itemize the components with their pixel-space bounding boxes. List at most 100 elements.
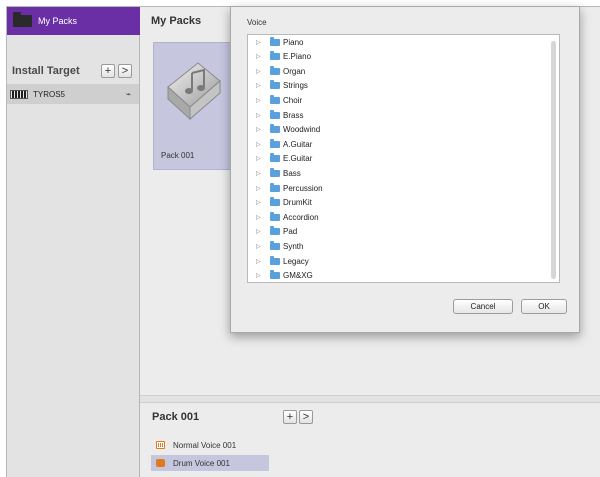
drum-voice-icon <box>156 459 165 467</box>
disclosure-triangle-icon[interactable]: ▷ <box>256 141 264 148</box>
wave-icon[interactable]: ⌁ <box>123 89 134 99</box>
folder-icon <box>270 124 280 134</box>
tree-item-label: A.Guitar <box>283 139 313 149</box>
pack-detail-title: Pack 001 <box>152 411 200 423</box>
folder-icon <box>270 65 280 75</box>
folder-icon <box>270 109 280 119</box>
disclosure-triangle-icon[interactable]: ▷ <box>256 228 264 235</box>
disclosure-triangle-icon[interactable]: ▷ <box>256 214 264 221</box>
tree-item-label: Brass <box>283 110 304 120</box>
pack-detail-panel: Pack 001 + > Normal Voice 001 Drum Voice… <box>140 403 600 477</box>
folder-icon <box>270 226 280 236</box>
ok-button[interactable]: OK <box>521 299 567 314</box>
tree-item-percussion[interactable]: ▷ Percussion <box>256 181 323 195</box>
tree-item-accordion[interactable]: ▷ Accordion <box>256 210 319 224</box>
voice-tree[interactable]: ▷ Piano ▷ E.Piano ▷ Organ ▷ Strings ▷ Choir ▷… <box>247 34 560 283</box>
folder-icon <box>270 36 280 46</box>
disclosure-triangle-icon[interactable]: ▷ <box>256 126 264 133</box>
folder-icon <box>270 197 280 207</box>
voice-menu-button[interactable]: > <box>299 410 313 424</box>
folder-icon <box>270 270 280 280</box>
tree-item-label: Bass <box>283 168 301 178</box>
pack-music-icon <box>167 62 221 121</box>
voice-select-dialog: Voice ▷ Piano ▷ E.Piano ▷ Organ ▷ Strings ▷ C… <box>230 6 580 333</box>
disclosure-triangle-icon[interactable]: ▷ <box>256 199 264 206</box>
page-title: My Packs <box>151 15 202 27</box>
tree-item-legacy[interactable]: ▷ Legacy <box>256 254 309 268</box>
folder-icon <box>270 255 280 265</box>
tree-item-brass[interactable]: ▷ Brass <box>256 108 303 122</box>
tree-item-woodwind[interactable]: ▷ Woodwind <box>256 123 320 137</box>
tree-item-e-guitar[interactable]: ▷ E.Guitar <box>256 152 312 166</box>
normal-voice-icon <box>156 441 165 449</box>
disclosure-triangle-icon[interactable]: ▷ <box>256 243 264 250</box>
dialog-title: Voice <box>247 18 267 27</box>
tree-item-label: GM&XG <box>283 271 313 281</box>
panel-divider[interactable] <box>140 395 600 403</box>
cancel-button[interactable]: Cancel <box>453 299 513 314</box>
tree-item-strings[interactable]: ▷ Strings <box>256 79 308 93</box>
folder-icon <box>270 240 280 250</box>
tree-item-label: DrumKit <box>283 198 312 208</box>
disclosure-triangle-icon[interactable]: ▷ <box>256 155 264 162</box>
folder-icon <box>270 167 280 177</box>
voice-label: Drum Voice 001 <box>173 458 230 468</box>
disclosure-triangle-icon[interactable]: ▷ <box>256 258 264 265</box>
sidebar-item-label: My Packs <box>38 16 78 26</box>
disclosure-triangle-icon[interactable]: ▷ <box>256 185 264 192</box>
install-target-title: Install Target <box>12 65 80 77</box>
keyboard-icon <box>10 89 28 99</box>
disclosure-triangle-icon[interactable]: ▷ <box>256 272 264 279</box>
tree-item-label: Legacy <box>283 256 309 266</box>
voice-list-item[interactable]: Normal Voice 001 <box>151 437 269 453</box>
disclosure-triangle-icon[interactable]: ▷ <box>256 170 264 177</box>
add-voice-button[interactable]: + <box>283 410 297 424</box>
folder-icon <box>270 138 280 148</box>
add-target-button[interactable]: + <box>101 64 115 78</box>
tree-item-label: E.Guitar <box>283 154 313 164</box>
tree-scrollbar[interactable] <box>551 41 556 279</box>
folder-icon <box>270 51 280 61</box>
tree-item-label: E.Piano <box>283 52 312 62</box>
target-menu-button[interactable]: > <box>118 64 132 78</box>
folder-icon <box>13 12 32 27</box>
folder-icon <box>270 94 280 104</box>
disclosure-triangle-icon[interactable]: ▷ <box>256 112 264 119</box>
folder-icon <box>270 80 280 90</box>
tree-item-gm-xg[interactable]: ▷ GM&XG <box>256 269 313 282</box>
device-label: TYROS5 <box>33 89 66 99</box>
sidebar-item-device[interactable]: TYROS5 ⌁ <box>7 84 139 104</box>
voice-label: Normal Voice 001 <box>173 440 237 450</box>
tree-item-label: Synth <box>283 241 304 251</box>
tree-item-piano[interactable]: ▷ Piano <box>256 35 303 49</box>
tree-item-a-guitar[interactable]: ▷ A.Guitar <box>256 137 312 151</box>
tree-item-bass[interactable]: ▷ Bass <box>256 166 301 180</box>
tree-item-label: Choir <box>283 95 303 105</box>
sidebar-item-my-packs[interactable]: My Packs <box>7 7 140 35</box>
install-target-header: Install Target + > <box>7 60 140 82</box>
tree-item-synth[interactable]: ▷ Synth <box>256 239 303 253</box>
tree-item-label: Woodwind <box>283 125 321 135</box>
tree-item-organ[interactable]: ▷ Organ <box>256 64 305 78</box>
folder-icon <box>270 211 280 221</box>
tree-item-e-piano[interactable]: ▷ E.Piano <box>256 50 311 64</box>
disclosure-triangle-icon[interactable]: ▷ <box>256 82 264 89</box>
tree-item-label: Pad <box>283 227 298 237</box>
disclosure-triangle-icon[interactable]: ▷ <box>256 97 264 104</box>
pack-card-label: Pack 001 <box>161 151 195 160</box>
tree-item-choir[interactable]: ▷ Choir <box>256 93 302 107</box>
folder-icon <box>270 153 280 163</box>
tree-item-label: Organ <box>283 66 306 76</box>
disclosure-triangle-icon[interactable]: ▷ <box>256 68 264 75</box>
tree-item-label: Strings <box>283 81 308 91</box>
disclosure-triangle-icon[interactable]: ▷ <box>256 39 264 46</box>
folder-icon <box>270 182 280 192</box>
voice-list-item-selected[interactable]: Drum Voice 001 <box>151 455 269 471</box>
tree-item-label: Accordion <box>283 212 319 222</box>
disclosure-triangle-icon[interactable]: ▷ <box>256 53 264 60</box>
tree-item-drumkit[interactable]: ▷ DrumKit <box>256 196 312 210</box>
tree-item-pad[interactable]: ▷ Pad <box>256 225 297 239</box>
sidebar: My Packs Install Target + > TYROS5 ⌁ <box>7 7 140 477</box>
tree-item-label: Percussion <box>283 183 323 193</box>
pack-card[interactable]: Pack 001 <box>153 42 233 170</box>
